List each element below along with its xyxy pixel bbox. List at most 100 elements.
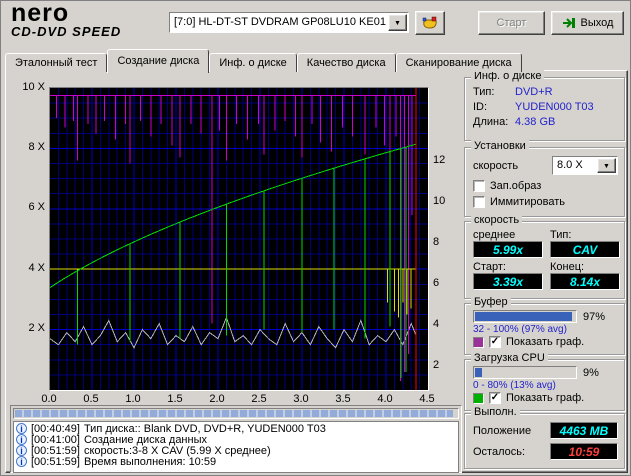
drive-combo-dropdown-button[interactable]: ▼ [388,14,407,31]
tab-bar: Эталонный тест Создание диска Инф. о дис… [5,48,522,73]
log-entry: [00:41:00] Создание диска данных [16,434,456,446]
speed-results-title: скорость [471,214,523,226]
right-axis-tick: 6 [433,277,440,289]
cd-dvd-speed-logo-text: CD-DVD SPEED [11,24,122,39]
write-image-checkbox[interactable] [473,180,485,192]
buffer-title: Буфер [471,296,511,308]
buffer-group: Буфер 97% 32 - 100% (97% avg) Показать г… [464,296,625,355]
info-icon [16,423,27,434]
cpu-color-swatch [473,392,484,404]
log-entry: [00:40:49] Тип диска:: Blank DVD, DVD+R,… [16,423,456,435]
right-axis-tick: 2 [433,359,440,371]
log-entry: [00:51:59] скорость:3-8 X CAV (5.99 X ср… [16,445,456,457]
exit-button[interactable]: Выход [551,11,624,35]
avg-speed-cell: среднее 5.99x [473,229,543,258]
tab-label: Эталонный тест [15,57,98,69]
right-axis-tick: 8 [433,236,440,248]
buffer-progressbar [473,310,577,323]
speed-graph-plot [49,87,429,391]
disc-id-value: YUDEN000 T03 [515,101,594,113]
x-axis-tick: 1.0 [125,393,141,405]
info-icon [16,445,27,456]
cpu-progressbar [473,366,577,379]
progress-group: Выполн. Положение 4463 MB Осталось: 10:5… [464,406,625,469]
settings-group: Установки скорость 8.0 X ▼ Зап.образ Имм… [464,140,625,217]
buffer-range: 32 - 100% (97% avg) [473,324,567,335]
info-icon [16,456,27,467]
y-axis-tick: 10 X [22,81,45,93]
start-speed-label: Старт: [473,261,506,273]
cpu-show-checkbox[interactable] [489,392,501,404]
drive-select-value: [7:0] HL-DT-ST DVDRAM GP08LU10 KE01 [174,16,386,28]
options-button[interactable] [415,11,445,35]
write-speed-combo[interactable]: 8.0 X ▼ [552,156,618,175]
info-icon [16,434,27,445]
cpu-bar-row: 9% [473,366,618,379]
speed-results-group: скорость среднее 5.99x Тип: CAV Старт: 3… [464,214,625,299]
log-panel: [00:40:49] Тип диска:: Blank DVD, DVD+R,… [10,405,462,473]
hand-tool-icon [422,16,437,29]
x-axis-tick: 4.0 [377,393,393,405]
write-speed-dropdown-button[interactable]: ▼ [597,158,616,173]
settings-title: Установки [471,140,529,152]
simulate-label: Иммитировать [490,196,565,208]
cpu-percent: 9% [583,366,599,379]
avg-speed-value: 5.99x [473,241,543,258]
log-text: Время выполнения: 10:59 [83,455,217,468]
start-speed-value: 3.39x [473,273,543,290]
position-row: Положение 4463 MB [473,422,618,439]
disc-length-row: Длина: 4.38 GB [473,116,618,128]
position-value: 4463 MB [550,422,618,439]
buffer-color-swatch [473,336,484,348]
tab-disc-info[interactable]: Инф. о диске [209,53,297,72]
disc-info-group: Инф. о диске Тип: DVD+R ID: YUDEN000 T03… [464,70,625,141]
tab-label: Создание диска [117,55,200,67]
disc-type-label: Тип: [473,86,495,98]
simulate-checkbox[interactable] [473,196,485,208]
start-button-label: Старт [496,17,527,29]
buffer-show-checkbox[interactable] [489,336,501,348]
buffer-bar-row: 97% [473,310,618,323]
write-speed-row: скорость 8.0 X ▼ [473,156,618,175]
x-axis-tick: 0.5 [83,393,99,405]
x-axis-tick: 0.0 [41,393,57,405]
log-time: [00:51:59] [31,455,80,468]
end-speed-cell: Конец: 8.14x [550,261,620,290]
end-speed-label: Конец: [550,261,585,273]
burn-progress-fill [15,410,453,417]
avg-speed-label: среднее [473,229,516,241]
speed-type-value: CAV [550,241,620,258]
start-button[interactable]: Старт [478,11,545,35]
disc-id-label: ID: [473,101,488,113]
cpu-progress-fill [475,368,483,377]
speed-graph-canvas [50,88,428,390]
right-axis-tick: 10 [433,195,446,207]
tab-disc-quality[interactable]: Качество диска [296,53,396,72]
buffer-show-row: Показать граф. [473,336,618,348]
cpu-show-row: Показать граф. [473,392,618,404]
y-axis-tick: 8 X [28,141,45,153]
cpu-title: Загрузка CPU [471,352,548,364]
tab-scan-disc[interactable]: Сканирование диска [395,53,522,72]
buffer-show-label: Показать граф. [506,336,585,348]
y-axis-tick: 6 X [28,201,45,213]
disc-id-row: ID: YUDEN000 T03 [473,101,618,113]
write-image-label: Зап.образ [490,180,542,192]
drive-select-combo[interactable]: [7:0] HL-DT-ST DVDRAM GP08LU10 KE01 ▼ [169,12,409,33]
disc-type-row: Тип: DVD+R [473,86,618,98]
y-axis-tick: 2 X [28,322,45,334]
buffer-progress-fill [475,312,572,321]
end-speed-value: 8.14x [550,273,620,290]
disc-type-value: DVD+R [515,86,553,98]
tab-label: Качество диска [306,57,386,69]
disc-length-value: 4.38 GB [515,116,556,128]
log-list[interactable]: [00:40:49] Тип диска:: Blank DVD, DVD+R,… [13,421,459,473]
tab-benchmark[interactable]: Эталонный тест [5,53,108,72]
remaining-row: Осталось: 10:59 [473,443,618,460]
tab-create-disc[interactable]: Создание диска [107,49,210,73]
exit-arrow-icon [562,18,575,28]
tab-content-panel: 10 X 8 X 6 X 4 X 2 X 0.0 0.5 1.0 1.5 2.0… [5,70,628,473]
write-speed-label: скорость [473,159,519,172]
tab-label: Инф. о диске [219,57,287,69]
simulate-row: Иммитировать [473,196,618,208]
